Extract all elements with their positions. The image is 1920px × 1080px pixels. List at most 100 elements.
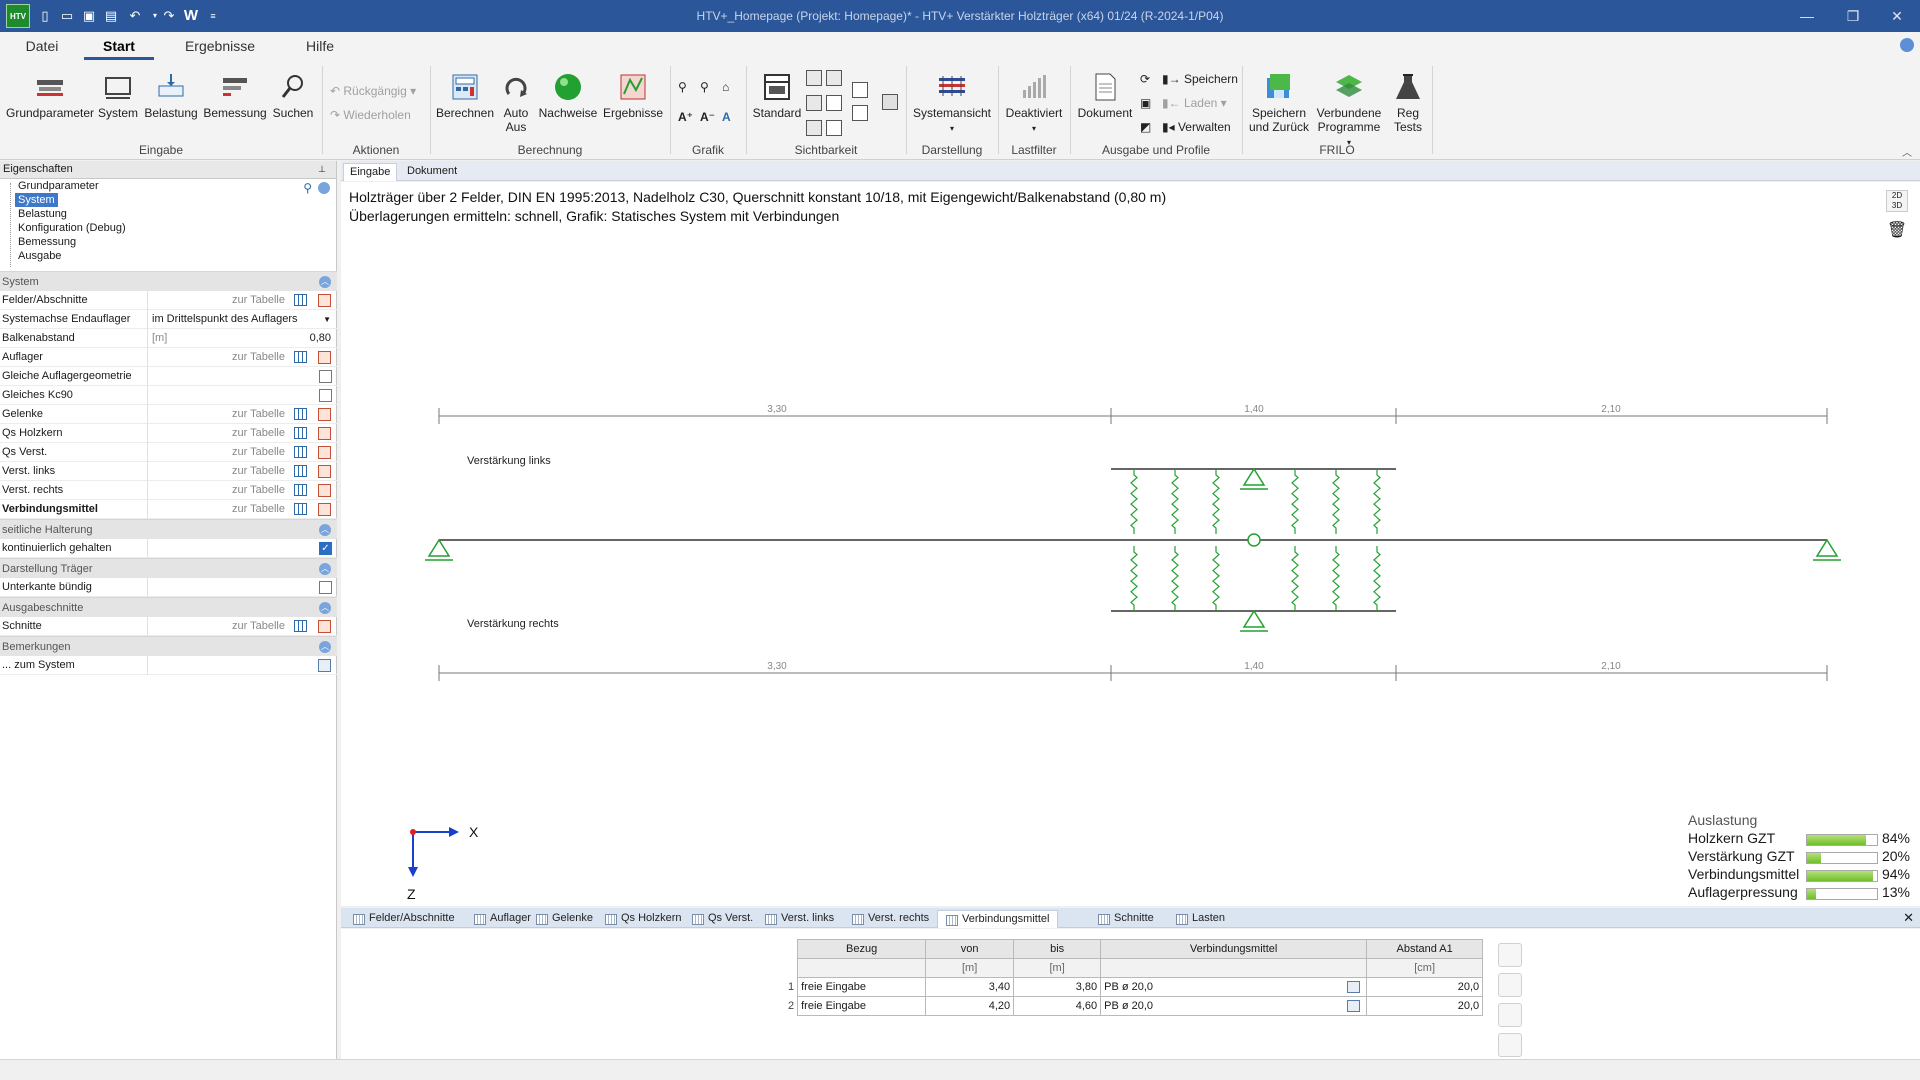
row-systemachse[interactable]: Systemachse Endauflager im Drittelspunkt …: [0, 310, 337, 329]
section-darstellung-traeger[interactable]: Darstellung Träger ︿: [0, 558, 337, 578]
belastung-button[interactable]: Belastung: [142, 72, 200, 142]
section-system[interactable]: System ︿: [0, 271, 337, 291]
table-row[interactable]: 1 freie Eingabe 3,40 3,80 PB ø 20,0 20,0: [785, 977, 1484, 997]
zur-tabelle-link[interactable]: zur Tabelle: [232, 481, 285, 500]
table-icon[interactable]: [294, 351, 307, 363]
close-icon[interactable]: ✕: [1903, 910, 1914, 926]
graphics-canvas[interactable]: Holzträger über 2 Felder, DIN EN 1995:20…: [341, 182, 1920, 906]
zur-tabelle-link[interactable]: zur Tabelle: [232, 405, 285, 424]
wiederholen-button[interactable]: ↷ Wiederholen: [330, 108, 411, 122]
laden-profile-button[interactable]: ▮← Laden ▾: [1162, 96, 1227, 110]
rueckgaengig-button[interactable]: ↶ Rückgängig ▾: [330, 84, 416, 98]
tab-verbindungsmittel[interactable]: Verbindungsmittel: [937, 910, 1059, 928]
search-icon[interactable]: ⚲: [303, 181, 312, 195]
standard-button[interactable]: Standard: [752, 72, 802, 142]
unterkante-checkbox[interactable]: [319, 581, 332, 594]
tab-lasten[interactable]: Lasten: [1168, 910, 1225, 928]
suchen-button[interactable]: Suchen: [270, 72, 316, 142]
tab-verst-links[interactable]: Verst. links: [757, 910, 834, 928]
berechnen-button[interactable]: Berechnen: [434, 72, 496, 142]
visibility-toggle-icon[interactable]: [806, 95, 822, 111]
edit-icon[interactable]: [318, 503, 331, 516]
tree-item-ausgabe[interactable]: Ausgabe: [18, 249, 61, 263]
tab-datei[interactable]: Datei: [24, 38, 60, 60]
balkenabstand-input[interactable]: 0,80: [310, 329, 331, 348]
tree-options-icon[interactable]: [318, 182, 330, 194]
von-cell[interactable]: 3,40: [925, 977, 1015, 997]
zur-tabelle-link[interactable]: zur Tabelle: [232, 443, 285, 462]
tree-item-grundparameter[interactable]: Grundparameter: [18, 179, 99, 193]
table-icon[interactable]: [294, 408, 307, 420]
view-2d3d-icon[interactable]: 2D 3D: [1886, 190, 1908, 212]
add-row-icon[interactable]: [1498, 973, 1522, 997]
table-icon[interactable]: [294, 427, 307, 439]
table-icon[interactable]: [294, 484, 307, 496]
zur-tabelle-link[interactable]: zur Tabelle: [232, 424, 285, 443]
row-balkenabstand[interactable]: Balkenabstand [m] 0,80: [0, 329, 337, 348]
tab-qs-holzkern[interactable]: Qs Holzkern: [597, 910, 682, 928]
bezug-cell[interactable]: freie Eingabe: [797, 996, 927, 1016]
section-seitliche-halterung[interactable]: seitliche Halterung ︿: [0, 519, 337, 539]
table-row[interactable]: 2 freie Eingabe 4,20 4,60 PB ø 20,0 20,0: [785, 996, 1484, 1016]
systemachse-select[interactable]: im Drittelspunkt des Auflagers: [152, 313, 298, 325]
edit-icon[interactable]: [1347, 981, 1361, 993]
tree-item-belastung[interactable]: Belastung: [18, 207, 67, 221]
minimize-icon[interactable]: —: [1784, 0, 1830, 32]
dokument-button[interactable]: Dokument: [1074, 72, 1136, 142]
tab-qs-verst[interactable]: Qs Verst.: [684, 910, 753, 928]
speichern-zurueck-button[interactable]: Speichern und Zurück: [1246, 72, 1312, 142]
nachweise-button[interactable]: Nachweise: [536, 72, 600, 142]
tab-verst-rechts[interactable]: Verst. rechts: [844, 910, 929, 928]
table-icon[interactable]: [294, 503, 307, 515]
edit-icon[interactable]: [1347, 1000, 1361, 1012]
font-color-icon[interactable]: A: [722, 110, 731, 124]
reg-tests-button[interactable]: Reg Tests: [1388, 72, 1428, 142]
table-icon[interactable]: [294, 465, 307, 477]
help-icon[interactable]: [1900, 38, 1914, 52]
table-icon[interactable]: [294, 446, 307, 458]
auto-aus-button[interactable]: Auto Aus: [500, 72, 532, 142]
edit-icon[interactable]: [318, 465, 331, 478]
chevron-down-icon[interactable]: ▼: [323, 310, 331, 329]
chevron-up-icon[interactable]: ︿: [319, 641, 331, 653]
refresh-icon[interactable]: ⟳: [1140, 72, 1150, 86]
zur-tabelle-link[interactable]: zur Tabelle: [232, 348, 285, 367]
visibility-toggle-icon[interactable]: [826, 95, 842, 111]
edit-icon[interactable]: [318, 351, 331, 364]
visibility-toggle-icon[interactable]: [852, 82, 868, 98]
delete-row-icon[interactable]: [1498, 943, 1522, 967]
abstand-cell[interactable]: 20,0: [1366, 996, 1484, 1016]
gleiches-kc90-checkbox[interactable]: [319, 389, 332, 402]
table-options-icon[interactable]: [1498, 1033, 1522, 1057]
chevron-up-icon[interactable]: ︿: [319, 563, 331, 575]
home-view-icon[interactable]: ⌂: [722, 80, 729, 94]
tab-gelenke[interactable]: Gelenke: [528, 910, 593, 928]
close-icon[interactable]: ✕: [1874, 0, 1920, 32]
grundparameter-button[interactable]: Grundparameter: [6, 72, 94, 142]
kontinuierlich-checkbox[interactable]: ✓: [319, 542, 332, 555]
tab-ergebnisse[interactable]: Ergebnisse: [180, 38, 260, 60]
edit-icon[interactable]: [318, 484, 331, 497]
visibility-toggle-icon[interactable]: [852, 105, 868, 121]
von-cell[interactable]: 4,20: [925, 996, 1015, 1016]
tab-felder-abschnitte[interactable]: Felder/Abschnitte: [345, 910, 455, 928]
font-increase-icon[interactable]: A⁺: [678, 110, 693, 124]
collapse-ribbon-icon[interactable]: ︿: [1902, 144, 1912, 159]
edit-icon[interactable]: [318, 294, 331, 307]
tab-hilfe[interactable]: Hilfe: [300, 38, 340, 60]
edit-icon[interactable]: [318, 620, 331, 633]
tree-item-system[interactable]: System: [15, 193, 58, 207]
verbundene-programme-button[interactable]: Verbundene Programme ▾: [1314, 72, 1384, 147]
edit-icon[interactable]: [318, 408, 331, 421]
font-decrease-icon[interactable]: A⁻: [700, 110, 715, 124]
profile-window-icon[interactable]: ▣: [1140, 96, 1151, 110]
table-icon[interactable]: [294, 294, 307, 306]
gleiche-auflagergeometrie-checkbox[interactable]: [319, 370, 332, 383]
zoom-out-icon[interactable]: ⚲: [700, 80, 709, 94]
chevron-up-icon[interactable]: ︿: [319, 524, 331, 536]
zur-tabelle-link[interactable]: zur Tabelle: [232, 500, 285, 519]
chevron-up-icon[interactable]: ︿: [319, 276, 331, 288]
table-icon[interactable]: [294, 620, 307, 632]
bis-cell[interactable]: 3,80: [1013, 977, 1102, 997]
edit-icon[interactable]: [318, 427, 331, 440]
